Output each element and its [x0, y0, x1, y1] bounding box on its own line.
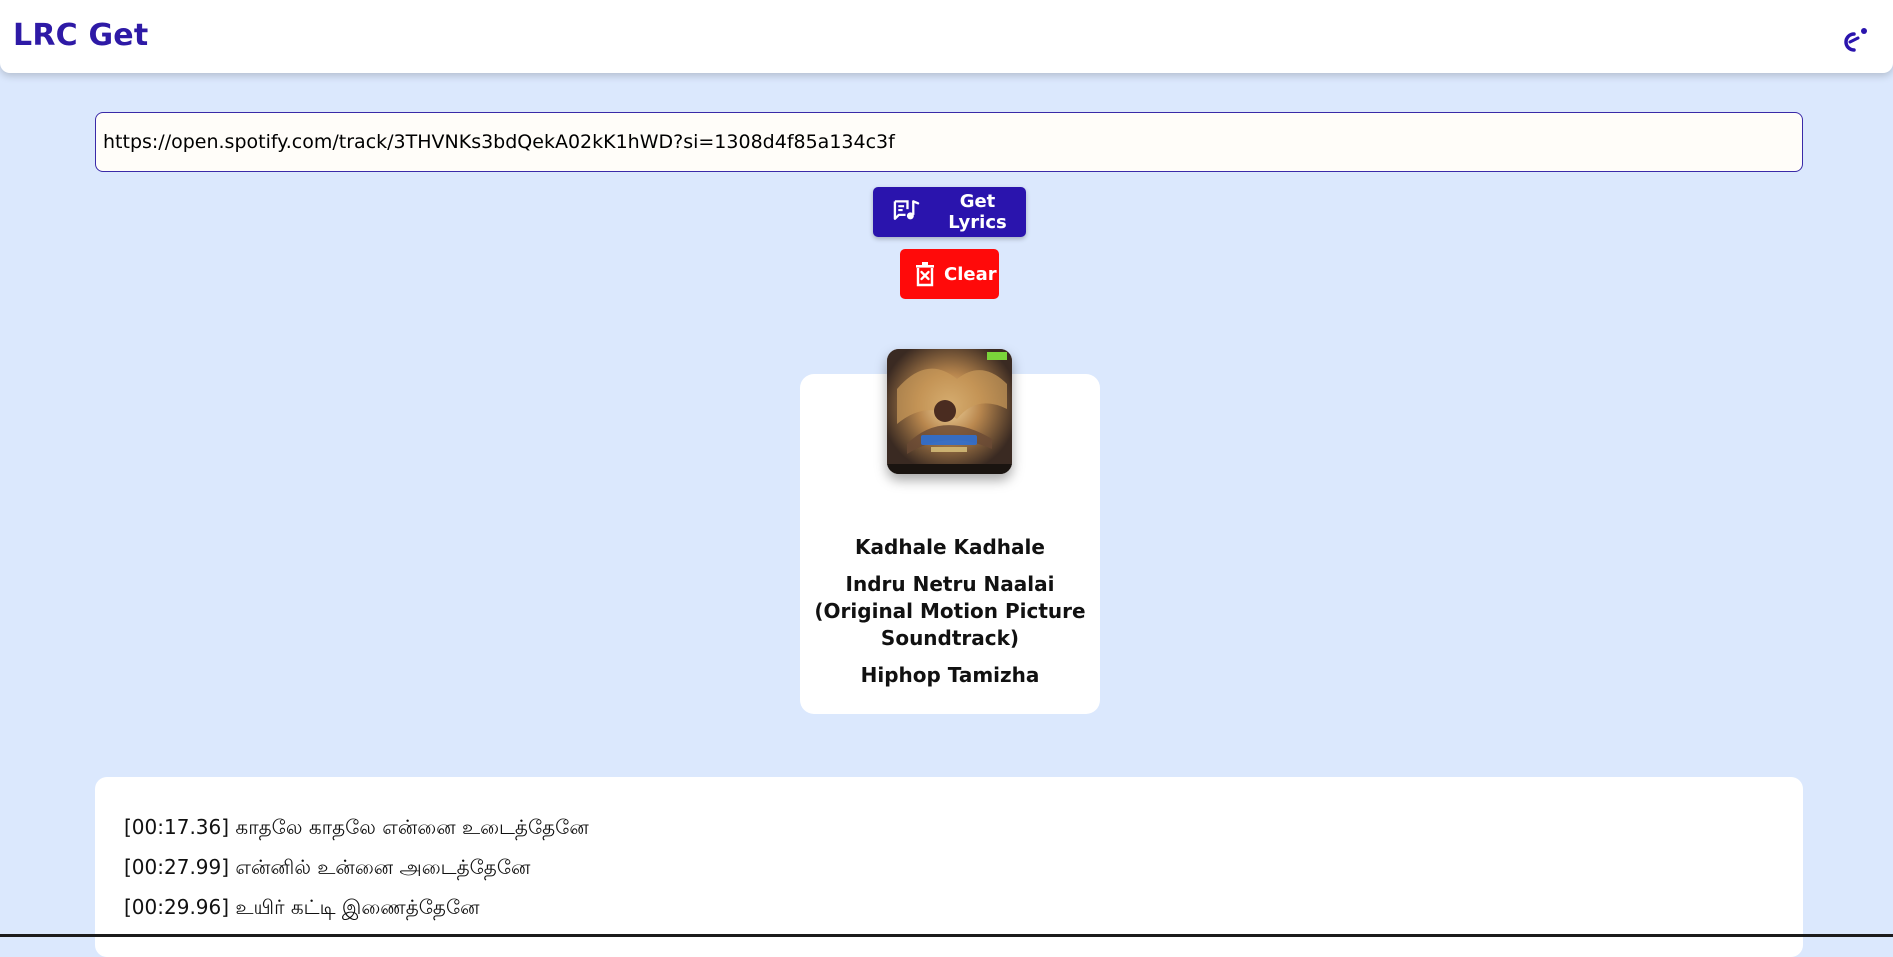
track-artist: Hiphop Tamizha: [860, 663, 1040, 687]
lyric-line: [00:27.99] என்னில் உன்னை அடைத்தேனே: [124, 855, 531, 879]
lyric-line: [00:17.36] காதலே காதலே என்னை உடைத்தேனே: [124, 815, 589, 839]
album-cover-image: [887, 349, 1012, 474]
get-lyrics-label: Get Lyrics: [948, 191, 1007, 233]
delete-icon: [916, 262, 934, 287]
track-title: Kadhale Kadhale: [855, 535, 1045, 559]
lyrics-note-icon: [893, 200, 920, 220]
spotify-url-input[interactable]: [95, 112, 1803, 172]
clear-label: Clear: [944, 263, 997, 285]
track-album: Indru Netru Naalai (Original Motion Pict…: [814, 572, 1086, 650]
app-title[interactable]: LRC Get: [13, 18, 148, 53]
clear-button[interactable]: Clear: [900, 249, 999, 299]
get-lyrics-button[interactable]: Get Lyrics: [873, 187, 1026, 237]
lyric-line: [00:29.96] உயிர் கட்டி இணைத்தேனே: [124, 895, 480, 919]
top-navbar: LRC Get: [0, 0, 1893, 73]
theme-toggle-icon[interactable]: [1838, 24, 1872, 54]
